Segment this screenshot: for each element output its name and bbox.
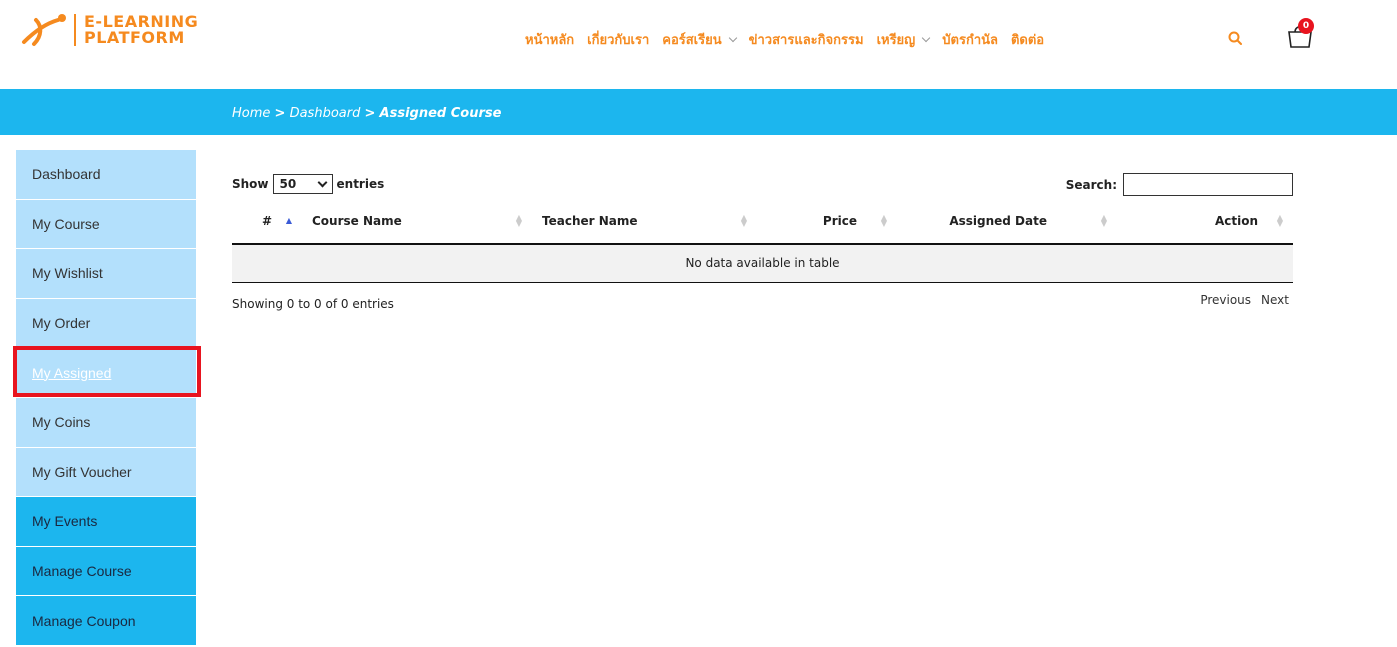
entries-value: 50 [279, 177, 297, 191]
nav-item-about[interactable]: เกี่ยวกับเรา [587, 29, 649, 50]
table-search: Search: [1066, 173, 1293, 196]
table-header-row: # ▲ Course Name ▲ ▼ Teacher Name ▲ ▼ Price ▲ ▼ … [232, 198, 1293, 245]
search-label: Search: [1065, 177, 1117, 192]
column-label: Teacher Name [542, 213, 638, 228]
breadcrumb-sep: > [274, 106, 286, 121]
nav-item-contact[interactable]: ติดต่อ [1011, 29, 1044, 50]
site-header: E-LEARNING PLATFORM หน้าหลัก เกี่ยวกับเร… [0, 0, 1397, 86]
nav-label: หน้าหลัก [525, 33, 575, 48]
breadcrumb-dashboard[interactable]: Dashboard [290, 106, 361, 121]
nav-item-courses[interactable]: คอร์สเรียน [662, 29, 737, 50]
chevron-down-icon [922, 33, 931, 42]
column-header-teacher-name[interactable]: Teacher Name ▲ ▼ [532, 198, 757, 245]
breadcrumb: Home > Dashboard > Assigned Course [232, 106, 501, 121]
column-label: Action [1214, 213, 1258, 228]
sort-asc-icon: ▲ [285, 215, 292, 225]
sort-icon: ▲ ▼ [880, 212, 887, 228]
sidebar-item-manage-course[interactable]: Manage Course [16, 546, 196, 597]
nav-item-news[interactable]: ข่าวสารและกิจกรรม [749, 29, 864, 50]
entries-label: entries [336, 177, 385, 191]
nav-label: ติดต่อ [1010, 33, 1045, 48]
column-header-price[interactable]: Price ▲ ▼ [757, 198, 897, 245]
empty-table-message: No data available in table [232, 244, 1293, 283]
table-footer: Showing 0 to 0 of 0 entries Previous Nex… [232, 293, 1293, 327]
column-label: Price [822, 213, 857, 228]
entries-select[interactable]: 50 [272, 174, 333, 194]
chevron-down-icon [317, 177, 327, 187]
brand-logo[interactable]: E-LEARNING PLATFORM [18, 12, 198, 48]
nav-item-voucher[interactable]: บัตรกำนัล [942, 29, 998, 50]
sidebar-item-my-events[interactable]: My Events [16, 497, 196, 547]
table-info: Showing 0 to 0 of 0 entries [232, 296, 394, 311]
column-header-course-name[interactable]: Course Name ▲ ▼ [302, 198, 532, 245]
search-icon[interactable] [1228, 31, 1242, 45]
chevron-down-icon [728, 33, 737, 42]
brand-line2: PLATFORM [84, 28, 185, 47]
sidebar-item-my-order[interactable]: My Order [16, 298, 196, 349]
logo-text: E-LEARNING PLATFORM [84, 14, 198, 46]
nav-label: บัตรกำนัล [942, 33, 998, 48]
assigned-course-table: # ▲ Course Name ▲ ▼ Teacher Name ▲ ▼ Price ▲ ▼ … [232, 198, 1293, 283]
nav-label: เหรียญ [876, 33, 916, 48]
sidebar-item-my-wishlist[interactable]: My Wishlist [16, 249, 196, 299]
sidebar-item-my-gift-voucher[interactable]: My Gift Voucher [16, 447, 196, 498]
nav-item-coins[interactable]: เหรียญ [876, 29, 931, 50]
column-header-action[interactable]: Action ▲ ▼ [1117, 198, 1293, 245]
cart-count-badge: 0 [1298, 18, 1314, 34]
sidebar-item-dashboard[interactable]: Dashboard [16, 150, 196, 200]
column-label: # [261, 213, 273, 228]
nav-label: เกี่ยวกับเรา [587, 33, 650, 48]
sort-icon: ▲ ▼ [1100, 212, 1107, 228]
assigned-course-panel: Show 50 entries Search: # ▲ Course Name ▲ ▼… [232, 168, 1293, 327]
sort-icon: ▲ ▼ [740, 212, 747, 228]
sidebar-item-my-coins[interactable]: My Coins [16, 397, 196, 448]
column-header-number[interactable]: # ▲ [232, 198, 302, 245]
main-nav: หน้าหลัก เกี่ยวกับเรา คอร์สเรียน ข่าวสาร… [525, 29, 1057, 50]
nav-label: คอร์สเรียน [662, 33, 722, 48]
breadcrumb-current: Assigned Course [379, 106, 502, 121]
table-row: No data available in table [232, 244, 1293, 283]
nav-item-home[interactable]: หน้าหลัก [525, 29, 574, 50]
logo-mark-icon [22, 14, 66, 46]
sidebar-item-manage-coupon[interactable]: Manage Coupon [16, 596, 196, 646]
entries-length-control: Show 50 entries [232, 174, 384, 194]
sort-icon: ▲ ▼ [1276, 212, 1283, 228]
table-toolbar: Show 50 entries Search: [232, 168, 1293, 198]
selection-highlight [13, 346, 201, 397]
column-label: Course Name [312, 213, 402, 228]
previous-page-button[interactable]: Previous [1200, 293, 1251, 307]
dashboard-sidebar: Dashboard My Course My Wishlist My Order… [16, 150, 196, 646]
column-header-assigned-date[interactable]: Assigned Date ▲ ▼ [897, 198, 1117, 245]
breadcrumb-home[interactable]: Home [232, 106, 270, 121]
search-input[interactable] [1123, 173, 1293, 196]
breadcrumb-sep: > [364, 106, 376, 121]
logo-divider [74, 14, 76, 46]
next-page-button[interactable]: Next [1261, 293, 1289, 307]
breadcrumb-banner: Home > Dashboard > Assigned Course [0, 89, 1397, 135]
nav-label: ข่าวสารและกิจกรรม [748, 33, 864, 48]
sidebar-item-my-course[interactable]: My Course [16, 199, 196, 250]
show-label: Show [232, 177, 269, 191]
sort-icon: ▲ ▼ [515, 212, 522, 228]
pagination: Previous Next [1190, 293, 1289, 307]
column-label: Assigned Date [949, 213, 1047, 228]
